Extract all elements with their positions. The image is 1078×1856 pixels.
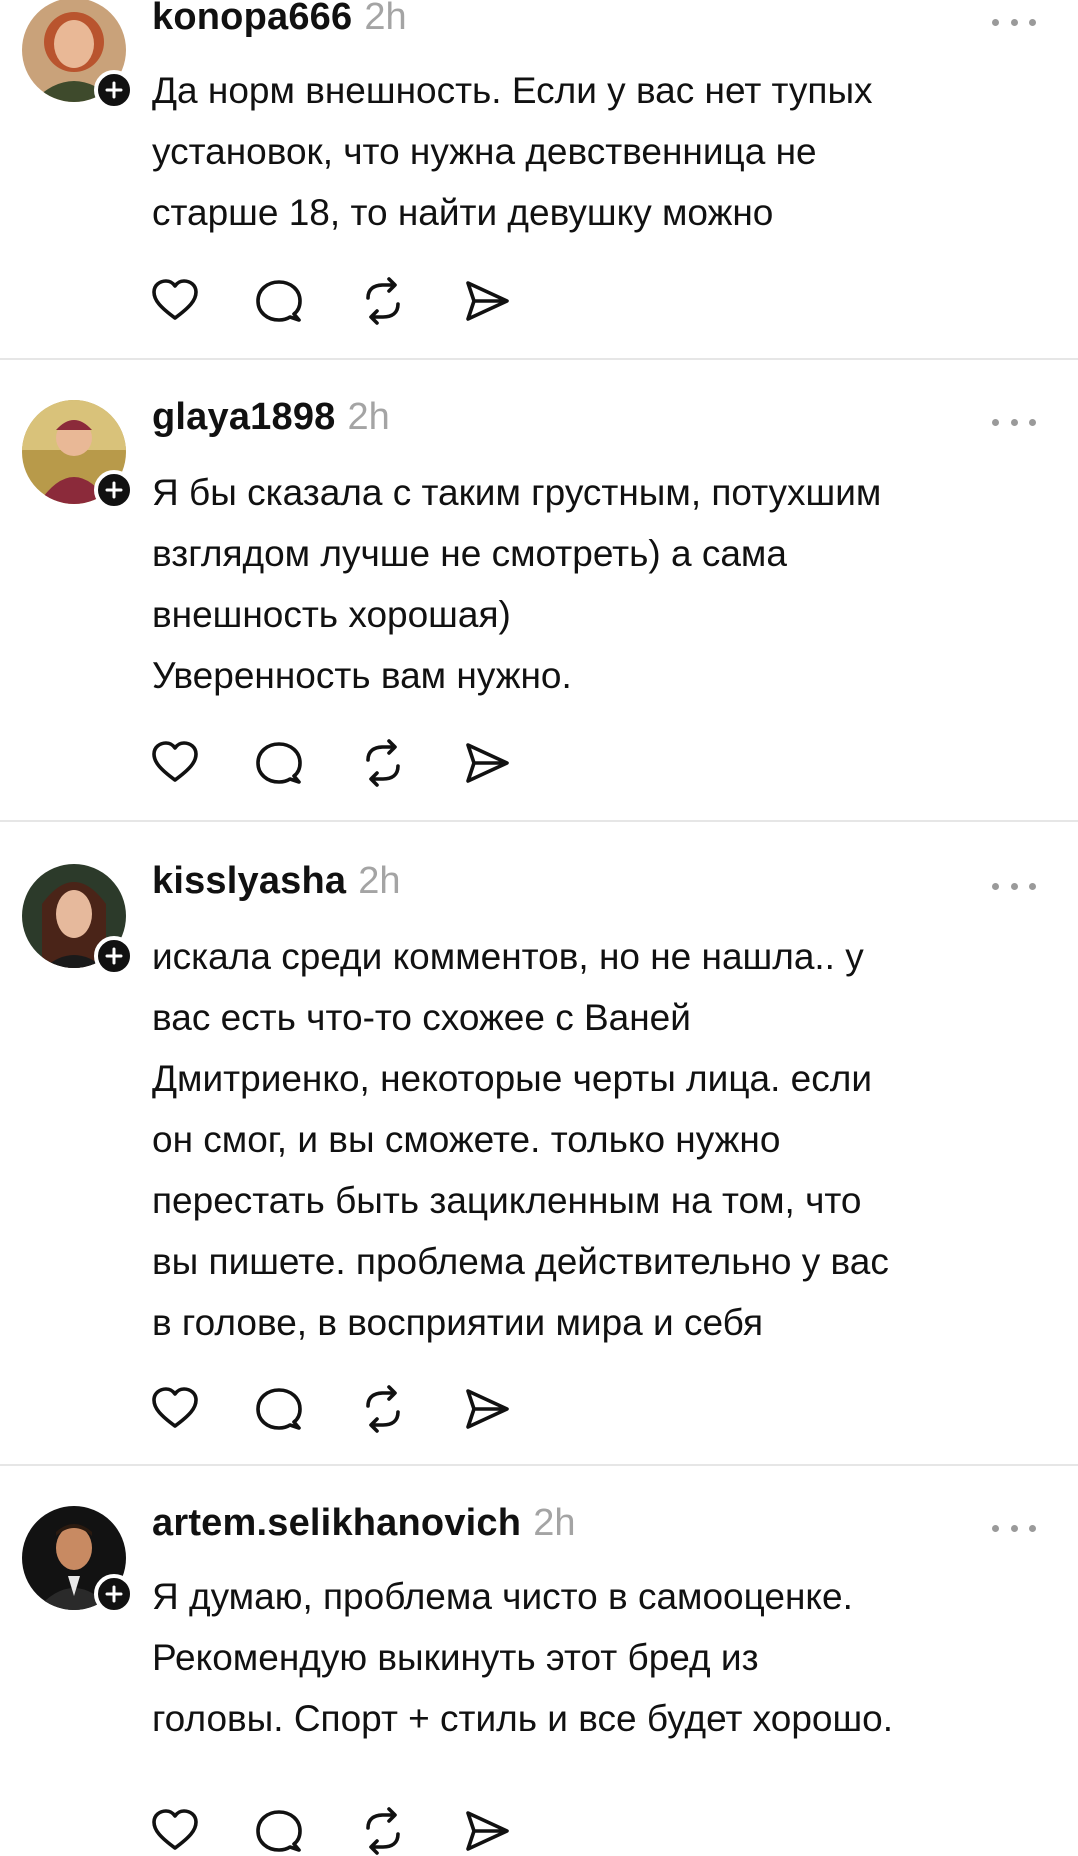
- more-icon[interactable]: [992, 876, 1036, 896]
- comment-header: glaya1898 2h: [152, 396, 390, 446]
- send-icon[interactable]: [462, 276, 512, 326]
- username[interactable]: artem.selikhanovich: [152, 1502, 521, 1545]
- action-bar: [150, 1384, 566, 1434]
- action-bar: [150, 738, 566, 788]
- heart-icon[interactable]: [150, 276, 200, 326]
- send-icon[interactable]: [462, 1806, 512, 1856]
- username[interactable]: konopa666: [152, 0, 352, 39]
- divider: [0, 358, 1078, 360]
- repost-icon[interactable]: [358, 276, 408, 326]
- heart-icon[interactable]: [150, 738, 200, 788]
- username[interactable]: kisslyasha: [152, 860, 346, 903]
- comment-text: искала среди комментов, но не нашла.. у …: [152, 936, 889, 1343]
- comment-header: kisslyasha 2h: [152, 860, 401, 910]
- send-icon[interactable]: [462, 738, 512, 788]
- heart-icon[interactable]: [150, 1806, 200, 1856]
- comment-icon[interactable]: [254, 276, 304, 326]
- repost-icon[interactable]: [358, 1806, 408, 1856]
- comment-header: artem.selikhanovich 2h: [152, 1502, 575, 1552]
- plus-icon: [105, 81, 123, 99]
- follow-button[interactable]: [94, 1574, 134, 1614]
- comment-icon[interactable]: [254, 738, 304, 788]
- follow-button[interactable]: [94, 470, 134, 510]
- timestamp: 2h: [358, 860, 401, 902]
- more-icon[interactable]: [992, 412, 1036, 432]
- comment-item: konopa666 2h Да норм внешность. Если у в…: [0, 0, 1078, 360]
- action-bar: [150, 276, 566, 326]
- follow-button[interactable]: [94, 70, 134, 110]
- heart-icon[interactable]: [150, 1384, 200, 1434]
- more-icon[interactable]: [992, 12, 1036, 32]
- follow-button[interactable]: [94, 936, 134, 976]
- username[interactable]: glaya1898: [152, 396, 336, 439]
- plus-icon: [105, 481, 123, 499]
- plus-icon: [105, 1585, 123, 1603]
- comment-icon[interactable]: [254, 1384, 304, 1434]
- more-icon[interactable]: [992, 1518, 1036, 1538]
- comment-text: Да норм внешность. Если у вас нет тупых …: [152, 70, 873, 233]
- send-icon[interactable]: [462, 1384, 512, 1434]
- divider: [0, 1464, 1078, 1466]
- divider: [0, 820, 1078, 822]
- repost-icon[interactable]: [358, 738, 408, 788]
- comment-item: glaya1898 2h Я бы сказала с таким грустн…: [0, 396, 1078, 820]
- comment-item: kisslyasha 2h искала среди комментов, но…: [0, 860, 1078, 1464]
- comment-header: konopa666 2h: [152, 0, 407, 46]
- comment-text: Я бы сказала с таким грустным, потухшим …: [152, 472, 882, 696]
- timestamp: 2h: [533, 1502, 576, 1544]
- comment-icon[interactable]: [254, 1806, 304, 1856]
- comment-text: Я думаю, проблема чисто в самооценке. Ре…: [152, 1576, 894, 1739]
- timestamp: 2h: [347, 396, 390, 438]
- repost-icon[interactable]: [358, 1384, 408, 1434]
- action-bar: [150, 1806, 566, 1856]
- timestamp: 2h: [364, 0, 407, 38]
- comment-item: artem.selikhanovich 2h Я думаю, проблема…: [0, 1502, 1078, 1855]
- plus-icon: [105, 947, 123, 965]
